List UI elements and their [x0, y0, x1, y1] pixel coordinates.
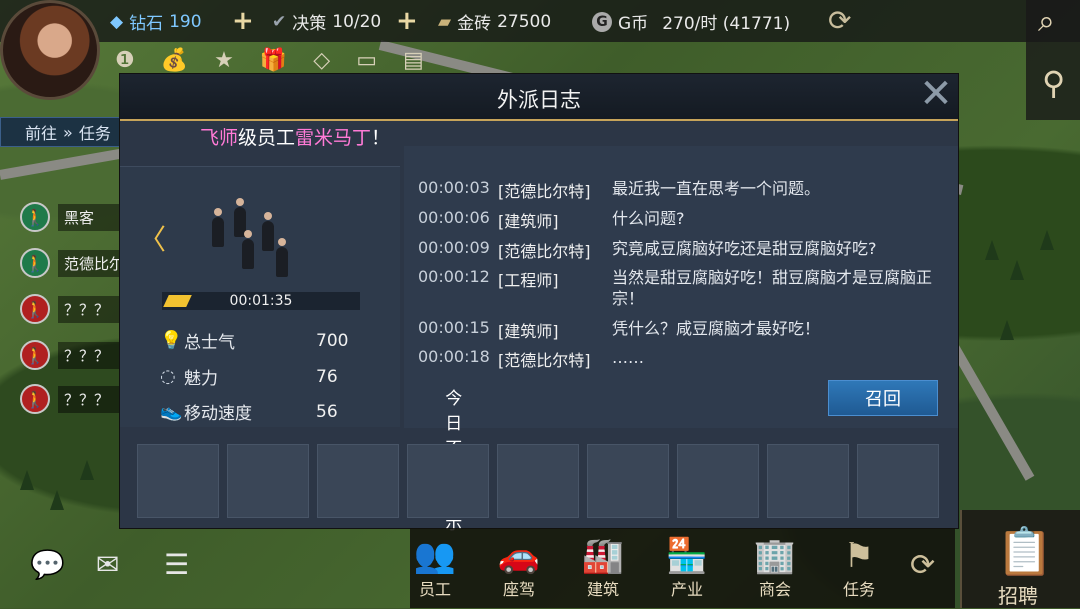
star-icon[interactable]: ★ — [214, 48, 234, 73]
dialog-header: 外派日志 ✕ — [120, 74, 958, 121]
nav-tasks[interactable]: ⚑ 任务 — [824, 536, 894, 600]
diamond-shop-icon[interactable]: ◇ — [313, 48, 330, 73]
recruit-button[interactable]: 📋 招聘 — [960, 510, 1080, 608]
news-ticker: 飞师级员工雷米马丁！ — [200, 127, 391, 149]
nav-employees[interactable]: 👥 员工 — [400, 536, 470, 600]
gcoin-icon: G — [592, 11, 612, 32]
location-pin-icon[interactable]: ⚲ — [1042, 64, 1065, 102]
log-entry: 00:00:12 [工程师] 当然是甜豆腐脑好吃！甜豆腐脑才是豆腐脑正宗！ — [418, 267, 933, 308]
gcoin-resource: G G币 270/时 (41771) — [592, 9, 790, 34]
walker-icon: 🚶 — [20, 294, 50, 324]
diamond-icon: ◆ — [110, 11, 124, 32]
office-building-icon: 🏢 — [753, 536, 797, 576]
refresh-icon[interactable]: ⟳ — [828, 4, 851, 37]
car-icon: 🚗 — [497, 536, 541, 576]
team-slot[interactable] — [587, 444, 669, 518]
shop-icon: 🏪 — [665, 536, 709, 576]
add-diamond-button[interactable]: + — [232, 6, 254, 36]
walker-icon: 🚶 — [20, 384, 50, 414]
walker-icon: 🚶 — [20, 340, 50, 370]
gold-brick-icon: ▰ — [438, 11, 452, 32]
team-slot[interactable] — [677, 444, 759, 518]
team-slot[interactable] — [767, 444, 849, 518]
dispatch-timer: 00:01:35 — [229, 293, 293, 309]
walker-icon: 🚶 — [20, 202, 50, 232]
diamond-resource: ◆ 钻石 190 — [110, 11, 202, 35]
team-slot[interactable] — [497, 444, 579, 518]
mail-icon[interactable]: ✉ — [96, 548, 119, 581]
chat-icon[interactable]: 💬 — [30, 548, 65, 581]
shoe-icon: 👟 — [160, 401, 183, 422]
people-icon: 👥 — [413, 536, 457, 576]
resource-bar: ◆ 钻石 190 + ✔ 决策 10/20 + ▰ 金砖 27500 G G币 … — [0, 0, 1080, 42]
check-icon: ✔ — [272, 11, 287, 32]
team-slot[interactable] — [227, 444, 309, 518]
dispatch-log-dialog: 外派日志 ✕ 飞师级员工雷米马丁！ 〈 00:01:35 💡 总士气 700 ◌… — [120, 74, 958, 534]
document-icon: 📋 — [996, 524, 1054, 578]
agent-item[interactable]: 🚶 黑客 — [20, 202, 125, 232]
goto-task-button[interactable]: 前往 » 任务 — [0, 117, 130, 147]
money-bag-icon[interactable]: 💰 — [161, 48, 188, 73]
log-entry: 00:00:18 [范德比尔特] …… — [418, 347, 644, 370]
nav-buildings[interactable]: 🏭 建筑 — [568, 536, 638, 600]
team-slot[interactable] — [317, 444, 399, 518]
team-figures-image — [204, 198, 314, 287]
task-flag-icon: ⚑ — [843, 536, 875, 576]
walker-icon: 🚶 — [20, 248, 50, 278]
player-avatar[interactable] — [0, 0, 100, 100]
double-chevron-icon: » — [63, 122, 73, 142]
gold-brick-resource: ▰ 金砖 27500 — [438, 11, 552, 35]
nav-chamber[interactable]: 🏢 商会 — [740, 536, 810, 600]
stat-morale: 💡 总士气 700 — [160, 330, 349, 353]
stat-move-speed: 👟 移动速度 56 — [160, 401, 338, 424]
log-entry: 00:00:03 [范德比尔特] 最近我一直在思考一个问题。 — [418, 178, 821, 201]
team-slot[interactable] — [137, 444, 219, 518]
quick-icon-row: ❶ 💰 ★ 🎁 ◇ ▭ ▤ — [115, 48, 424, 73]
add-decision-button[interactable]: + — [396, 6, 418, 36]
team-slot[interactable] — [407, 444, 489, 518]
dispatch-progress-bar: 00:01:35 — [162, 292, 360, 310]
dialog-title: 外派日志 — [497, 88, 581, 112]
decision-resource: ✔ 决策 10/20 — [272, 11, 382, 35]
factory-icon: 🏭 — [581, 536, 625, 576]
stat-charm: ◌ 魅力 76 — [160, 366, 338, 389]
level-badge-icon[interactable]: ❶ — [115, 48, 135, 73]
refresh-icon[interactable]: ⟳ — [910, 548, 935, 583]
lightbulb-icon: 💡 — [160, 330, 183, 351]
log-entry: 00:00:06 [建筑师] 什么问题? — [418, 208, 685, 231]
gift-icon[interactable]: 🎁 — [260, 48, 287, 73]
log-entry: 00:00:09 [范德比尔特] 究竟咸豆腐脑好吃还是甜豆腐脑好吃? — [418, 238, 877, 261]
recall-button[interactable]: 召回 — [828, 380, 938, 416]
card-icon[interactable]: ▭ — [356, 48, 377, 73]
gold-bars-icon[interactable]: ▤ — [403, 48, 424, 73]
chevron-left-icon[interactable]: 〈 — [138, 218, 166, 258]
right-tool-strip: ⌕ ⚲ — [1026, 0, 1080, 120]
nav-industry[interactable]: 🏪 产业 — [652, 536, 722, 600]
search-icon[interactable]: ⌕ — [1038, 4, 1055, 39]
team-slots — [137, 444, 939, 518]
bottom-nav: 👥 员工 🚗 座驾 🏭 建筑 🏪 产业 🏢 商会 ⚑ 任务 ⟳ — [410, 528, 955, 608]
team-slot[interactable] — [857, 444, 939, 518]
list-icon[interactable]: ☰ — [164, 548, 189, 581]
nav-vehicles[interactable]: 🚗 座驾 — [484, 536, 554, 600]
charm-icon: ◌ — [160, 366, 176, 387]
close-icon[interactable]: ✕ — [916, 74, 956, 116]
log-entry: 00:00:15 [建筑师] 凭什么？咸豆腐脑才最好吃！ — [418, 318, 821, 341]
